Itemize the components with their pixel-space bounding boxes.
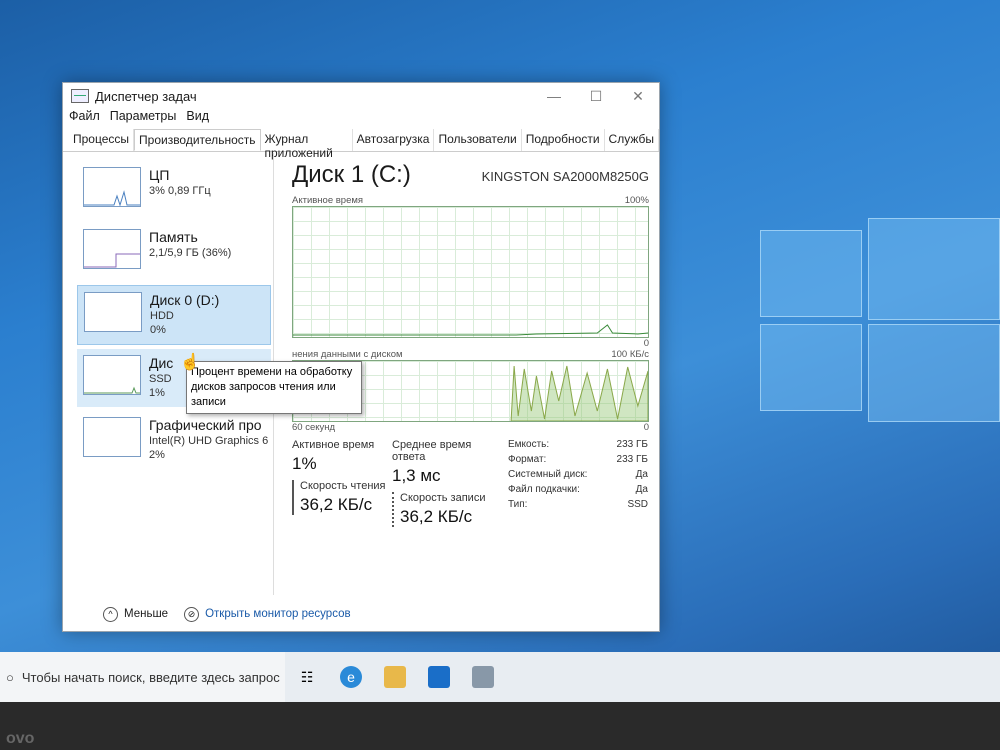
prop-row: Файл подкачки: Да xyxy=(508,484,648,495)
window-title: Диспетчер задач xyxy=(95,88,197,104)
sidebar-item-gpu[interactable]: Графический про Intel(R) UHD Graphics 6 … xyxy=(77,411,271,469)
menu-bar: Файл Параметры Вид xyxy=(63,109,659,129)
graph-time-span: 60 секунд xyxy=(292,422,336,433)
tab-users[interactable]: Пользователи xyxy=(434,129,522,151)
sidebar-item-sub: SSD xyxy=(149,373,172,385)
close-button[interactable]: ✕ xyxy=(617,88,659,105)
graph-active-max: 100% xyxy=(624,195,649,206)
sidebar-item-label: Дис xyxy=(149,355,174,371)
tab-bar: Процессы Производительность Журнал прило… xyxy=(63,129,659,160)
prop-row: Формат: 233 ГБ xyxy=(508,454,648,465)
minimize-button[interactable]: — xyxy=(533,88,575,104)
sidebar-item-label: ЦП xyxy=(149,167,170,183)
menu-view[interactable]: Вид xyxy=(186,109,209,129)
sidebar-item-cpu[interactable]: ЦП 3% 0,89 ГГц xyxy=(77,161,271,219)
response-time-value: 1,3 мс xyxy=(392,466,441,485)
gpu-thumbnail xyxy=(83,417,141,457)
sidebar-item-sub: HDD xyxy=(150,310,174,322)
open-resource-monitor-link[interactable]: Открыть монитор ресурсов xyxy=(205,608,351,620)
graph-transfer-max: 100 КБ/с xyxy=(611,349,649,360)
prop-row: Тип: SSD xyxy=(508,499,648,510)
menu-options[interactable]: Параметры xyxy=(110,109,177,129)
taskbar-search[interactable]: ○ Чтобы начать поиск, введите здесь запр… xyxy=(0,652,285,702)
tab-services[interactable]: Службы xyxy=(605,129,659,151)
tab-startup[interactable]: Автозагрузка xyxy=(353,129,435,151)
task-manager-taskbar-icon[interactable] xyxy=(472,666,494,688)
search-icon: ○ xyxy=(6,669,14,685)
task-view-icon[interactable]: ☷ xyxy=(296,666,318,688)
cpu-thumbnail xyxy=(83,167,141,207)
sidebar-item-sub2: 1% xyxy=(149,387,165,399)
write-speed-value: 36,2 КБ/с xyxy=(400,507,473,526)
hand-cursor-icon: ☝ xyxy=(180,354,200,371)
search-input[interactable]: Чтобы начать поиск, введите здесь запрос xyxy=(22,670,280,685)
tab-details[interactable]: Подробности xyxy=(522,129,605,151)
graph-active-min: 0 xyxy=(643,338,649,349)
memory-thumbnail xyxy=(83,229,141,269)
sidebar-item-sub: 2,1/5,9 ГБ (36%) xyxy=(149,247,232,259)
maximize-button[interactable]: ☐ xyxy=(575,88,617,105)
taskbar: ○ Чтобы начать поиск, введите здесь запр… xyxy=(0,652,1000,702)
tab-app-history[interactable]: Журнал приложений xyxy=(261,129,353,160)
tab-processes[interactable]: Процессы xyxy=(69,129,135,151)
fewer-details-link[interactable]: Меньше xyxy=(124,608,168,620)
mail-icon[interactable] xyxy=(428,666,450,688)
windows-desktop-logo xyxy=(760,210,1000,422)
read-speed-label: Скорость чтения xyxy=(300,480,386,492)
active-time-value: 1% xyxy=(292,454,317,473)
disk1-thumbnail xyxy=(83,355,141,395)
tab-performance[interactable]: Производительность xyxy=(134,129,261,151)
sidebar-item-memory[interactable]: Память 2,1/5,9 ГБ (36%) xyxy=(77,223,271,281)
monitor-bezel xyxy=(0,702,1000,750)
title-bar: Диспетчер задач — ☐ ✕ xyxy=(63,83,659,109)
prop-row: Емкость: 233 ГБ xyxy=(508,439,648,450)
sidebar-item-label: Диск 0 (D:) xyxy=(150,292,220,308)
file-explorer-icon[interactable] xyxy=(384,666,406,688)
tooltip: Процент времени на обработку дисков запр… xyxy=(186,361,362,414)
prop-row: Системный диск: Да xyxy=(508,469,648,480)
active-time-label: Активное время xyxy=(292,439,375,451)
sidebar-item-sub: Intel(R) UHD Graphics 6 xyxy=(149,435,269,447)
sidebar-item-sub2: 0% xyxy=(150,324,166,336)
sidebar-item-label: Графический про xyxy=(149,417,262,433)
task-manager-window: Диспетчер задач — ☐ ✕ Файл Параметры Вид… xyxy=(62,82,660,632)
sidebar-item-label: Память xyxy=(149,229,198,245)
edge-icon[interactable]: e xyxy=(340,666,362,688)
active-time-graph xyxy=(292,206,649,338)
read-speed-value: 36,2 КБ/с xyxy=(300,495,373,514)
brand-logo: ovo xyxy=(6,730,35,747)
graph-active-label: Активное время xyxy=(292,195,364,206)
footer: ^ Меньше ⊘ Открыть монитор ресурсов xyxy=(63,597,659,631)
graph-transfer-min: 0 xyxy=(643,422,649,433)
disk-model: KINGSTON SA2000M8250G xyxy=(481,169,649,184)
resource-monitor-icon: ⊘ xyxy=(184,606,200,622)
sidebar-item-sub2: 2% xyxy=(149,449,165,461)
menu-file[interactable]: Файл xyxy=(69,109,100,129)
sidebar-item-sub: 3% 0,89 ГГц xyxy=(149,185,211,197)
chevron-up-icon[interactable]: ^ xyxy=(103,606,118,622)
response-time-label: Среднее время ответа xyxy=(392,439,472,463)
disk0-thumbnail xyxy=(84,292,142,332)
task-manager-icon xyxy=(71,89,89,103)
sidebar-item-disk0[interactable]: Диск 0 (D:) HDD 0% xyxy=(77,285,271,345)
graph-transfer-label: нения данными с диском xyxy=(292,349,403,360)
write-speed-label: Скорость записи xyxy=(400,492,486,504)
